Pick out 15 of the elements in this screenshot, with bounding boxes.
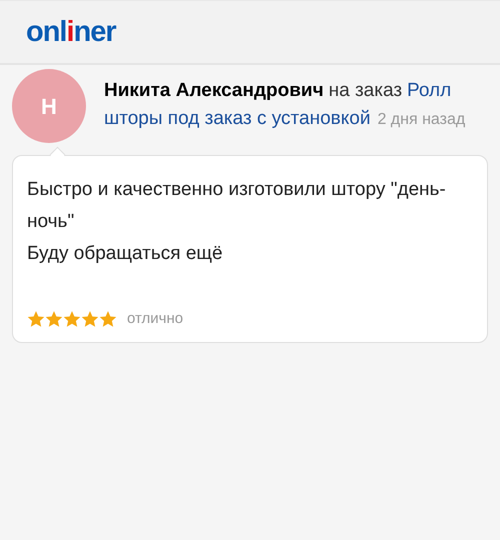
order-link[interactable]: Ролл — [407, 77, 452, 105]
order-link[interactable]: шторы под заказ с установкой — [104, 105, 370, 133]
author-name: Никита Александрович — [104, 79, 324, 103]
star-icon — [81, 310, 99, 328]
star-icon — [45, 310, 63, 328]
star-icon — [27, 310, 45, 328]
star-icon — [99, 310, 117, 328]
avatar: Н — [12, 69, 86, 143]
review-text: Буду обращаться ещё — [27, 242, 224, 266]
review-time: 2 дня назад — [377, 110, 466, 130]
star-icon — [63, 310, 81, 328]
rating-label: отлично — [127, 308, 184, 328]
review-text: Быстро и качественно изготовили штору "день-ночь" — [27, 178, 447, 234]
logo[interactable]: onliner — [26, 18, 116, 46]
connector-text: на заказ — [328, 79, 402, 103]
